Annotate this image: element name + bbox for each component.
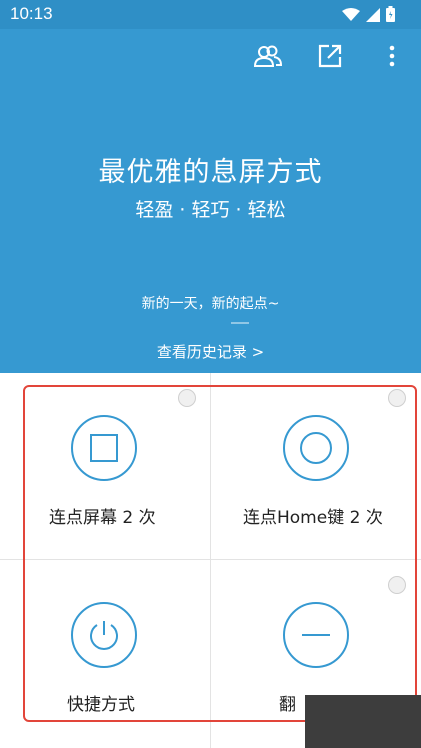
option-double-tap-screen[interactable]: 连点屏幕 2 次 [0,373,210,559]
top-actions [253,41,407,71]
option-radio[interactable] [388,576,406,594]
option-label: 快捷方式 [67,695,135,715]
battery-icon [386,6,395,26]
history-link[interactable]: 查看历史记录 > [0,341,421,362]
hero-banner: 最优雅的息屏方式 轻盈 · 轻巧 · 轻松 新的一天，新的起点~ 查看历史记录 … [0,29,421,373]
dark-overlay [305,695,421,748]
option-label: 连点Home键 2 次 [243,508,383,528]
home-circle-icon [283,415,349,481]
square-icon [71,415,137,481]
minus-icon [283,602,349,668]
quote-divider [231,322,249,324]
status-time: 10:13 [10,4,53,23]
hero-subtitle: 轻盈 · 轻巧 · 轻松 [135,199,286,221]
group-icon[interactable] [253,41,283,71]
hero-title: 最优雅的息屏方式 [98,157,323,188]
signal-icon [366,7,380,26]
more-vert-icon[interactable] [377,41,407,71]
wifi-icon [342,7,360,26]
option-label: 连点屏幕 2 次 [49,508,156,528]
open-external-icon[interactable] [315,41,345,71]
status-bar: 10:13 [0,0,421,29]
option-double-tap-home[interactable]: 连点Home键 2 次 [211,373,421,559]
option-shortcut[interactable]: 快捷方式 [0,560,210,746]
option-radio[interactable] [388,389,406,407]
status-icons [342,6,395,26]
daily-quote: 新的一天，新的起点~ [141,296,280,312]
option-label: 翻 [279,695,296,715]
power-icon [71,602,137,668]
option-radio[interactable] [178,389,196,407]
